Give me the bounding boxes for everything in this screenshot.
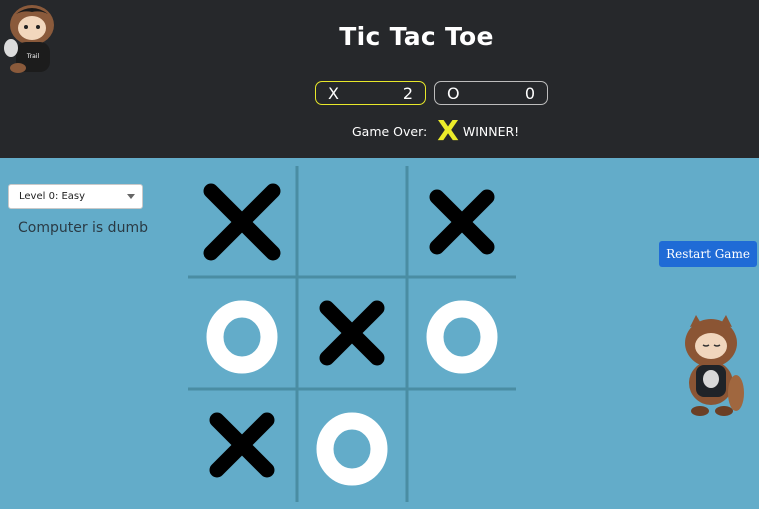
board-cell-8[interactable] bbox=[410, 392, 514, 498]
score-x-label: X bbox=[328, 83, 339, 103]
board-cell-0 bbox=[203, 183, 281, 261]
game-board bbox=[188, 166, 516, 502]
board-cell-7 bbox=[316, 412, 388, 486]
board-cell-5 bbox=[426, 300, 498, 374]
astro-mascot-icon bbox=[685, 315, 744, 416]
board-cell-4 bbox=[319, 300, 385, 366]
status-label: Game Over: bbox=[352, 123, 428, 139]
board-cell-3 bbox=[206, 300, 278, 374]
svg-text:Trail: Trail bbox=[26, 53, 40, 60]
board-cell-6 bbox=[209, 412, 275, 478]
chevron-down-icon bbox=[127, 194, 135, 199]
winner-mark: X bbox=[437, 114, 459, 147]
page-title: Tic Tac Toe bbox=[339, 22, 494, 51]
score-x: X 2 bbox=[315, 81, 426, 105]
restart-button[interactable]: Restart Game bbox=[659, 241, 757, 267]
score-o: O 0 bbox=[434, 81, 548, 105]
level-hint: Computer is dumb bbox=[18, 220, 148, 236]
score-o-value: 0 bbox=[524, 83, 535, 103]
winner-text: WINNER! bbox=[462, 123, 520, 139]
score-o-label: O bbox=[447, 83, 460, 103]
game-header: Trail Tic Tac Toe X 2 O 0 Game Over: X W… bbox=[0, 0, 759, 158]
game-status: Game Over: X WINNER! bbox=[352, 116, 519, 146]
score-x-value: 2 bbox=[402, 83, 413, 103]
board-cell-2 bbox=[429, 189, 495, 255]
board-cell-1[interactable] bbox=[300, 169, 404, 275]
level-select[interactable]: Level 0: Easy bbox=[8, 184, 143, 209]
level-select-value: Level 0: Easy bbox=[19, 191, 86, 202]
